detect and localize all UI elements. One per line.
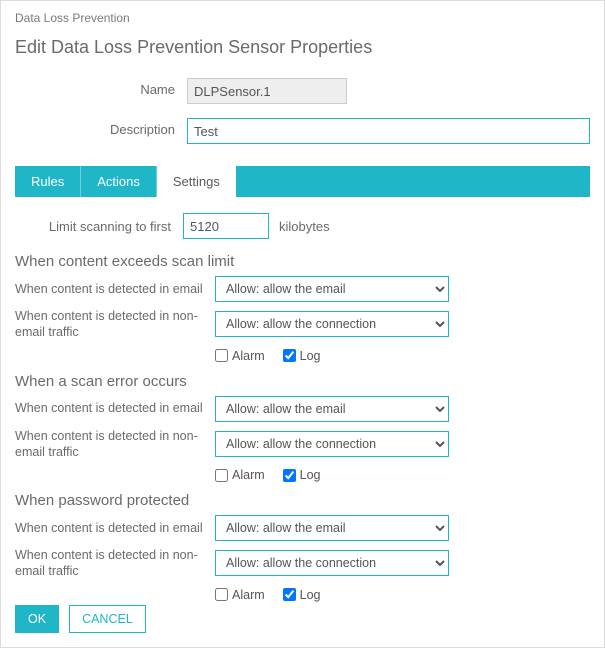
limit-unit: kilobytes	[279, 219, 330, 234]
password-email-select[interactable]: Allow: allow the email	[215, 515, 449, 541]
error-alarm-label: Alarm	[232, 468, 265, 482]
password-log-label: Log	[300, 588, 321, 602]
password-nonemail-label: When content is detected in non-email tr…	[15, 547, 215, 580]
password-alarm-label: Alarm	[232, 588, 265, 602]
error-log-checkbox[interactable]	[283, 469, 296, 482]
exceed-log-check[interactable]: Log	[283, 349, 321, 363]
cancel-button[interactable]: CANCEL	[69, 605, 146, 633]
name-label: Name	[15, 78, 187, 97]
limit-input[interactable]	[183, 213, 269, 239]
name-input[interactable]	[187, 78, 347, 104]
error-nonemail-label: When content is detected in non-email tr…	[15, 428, 215, 461]
breadcrumb: Data Loss Prevention	[15, 11, 590, 25]
tab-rules[interactable]: Rules	[15, 166, 81, 197]
error-alarm-checkbox[interactable]	[215, 469, 228, 482]
error-log-label: Log	[300, 468, 321, 482]
exceed-log-checkbox[interactable]	[283, 349, 296, 362]
error-alarm-check[interactable]: Alarm	[215, 468, 265, 482]
description-input[interactable]	[187, 118, 590, 144]
section-exceed-heading: When content exceeds scan limit	[15, 253, 590, 270]
password-log-checkbox[interactable]	[283, 588, 296, 601]
error-email-select[interactable]: Allow: allow the email	[215, 396, 449, 422]
exceed-alarm-checkbox[interactable]	[215, 349, 228, 362]
exceed-alarm-check[interactable]: Alarm	[215, 349, 265, 363]
tab-actions[interactable]: Actions	[81, 166, 157, 197]
limit-label: Limit scanning to first	[15, 219, 183, 234]
page-title: Edit Data Loss Prevention Sensor Propert…	[15, 37, 590, 58]
exceed-nonemail-select[interactable]: Allow: allow the connection	[215, 311, 449, 337]
exceed-alarm-label: Alarm	[232, 349, 265, 363]
section-password-heading: When password protected	[15, 492, 590, 509]
section-error-heading: When a scan error occurs	[15, 373, 590, 390]
exceed-nonemail-label: When content is detected in non-email tr…	[15, 308, 215, 341]
error-log-check[interactable]: Log	[283, 468, 321, 482]
password-email-label: When content is detected in email	[15, 520, 215, 536]
ok-button[interactable]: OK	[15, 605, 59, 633]
password-nonemail-select[interactable]: Allow: allow the connection	[215, 550, 449, 576]
password-log-check[interactable]: Log	[283, 588, 321, 602]
description-label: Description	[15, 118, 187, 137]
tab-settings[interactable]: Settings	[157, 166, 236, 197]
exceed-log-label: Log	[300, 349, 321, 363]
password-alarm-checkbox[interactable]	[215, 588, 228, 601]
password-alarm-check[interactable]: Alarm	[215, 588, 265, 602]
error-email-label: When content is detected in email	[15, 400, 215, 416]
error-nonemail-select[interactable]: Allow: allow the connection	[215, 431, 449, 457]
tab-bar: Rules Actions Settings	[15, 166, 590, 197]
exceed-email-select[interactable]: Allow: allow the email	[215, 276, 449, 302]
exceed-email-label: When content is detected in email	[15, 281, 215, 297]
